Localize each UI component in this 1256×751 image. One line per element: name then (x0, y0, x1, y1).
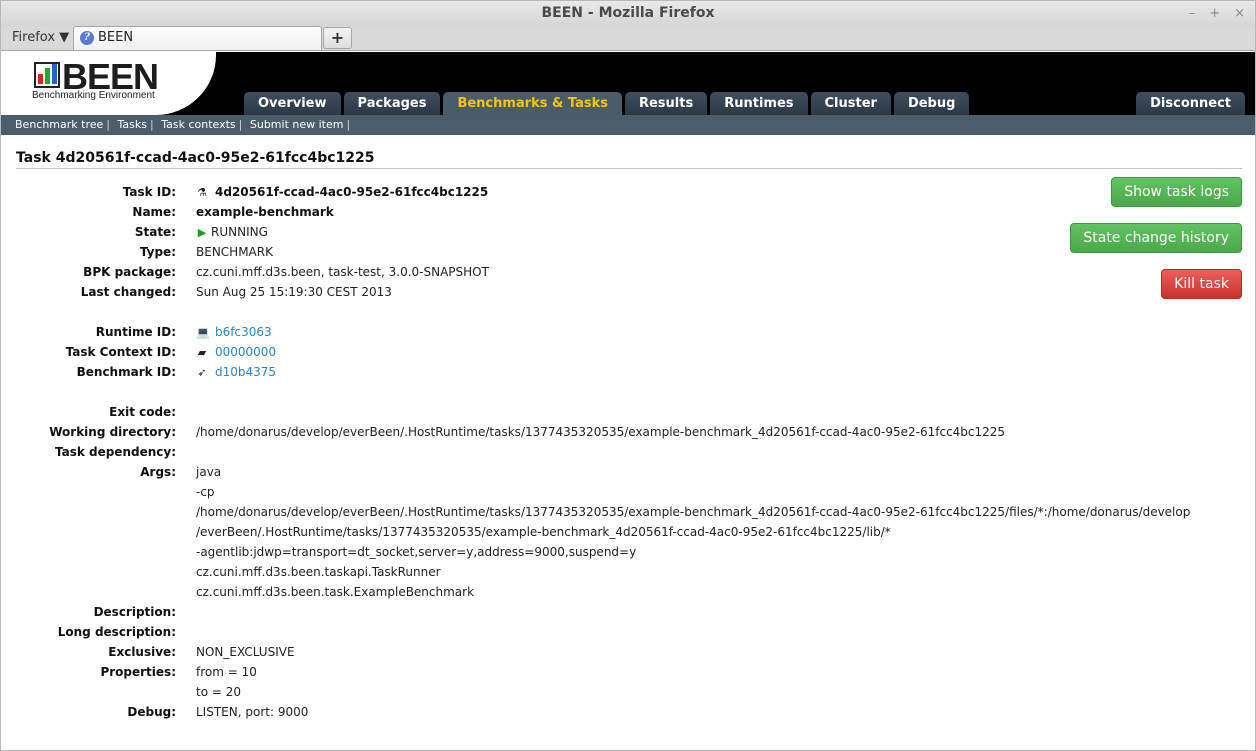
kill-task-button[interactable]: Kill task (1161, 269, 1242, 299)
bar-chart-logo-icon (34, 62, 60, 88)
long-description-label: Long description: (57, 625, 176, 639)
args-label: Args: (140, 465, 176, 479)
exit-code-label: Exit code: (109, 405, 176, 419)
state-value: ▶ RUNNING (196, 222, 268, 242)
firefox-menu-button[interactable]: Firefox ▼ (12, 30, 69, 45)
arg-line: /home/donarus/develop/everBeen/.HostRunt… (196, 505, 1191, 519)
task-dependency-label: Task dependency: (54, 445, 176, 459)
divider (16, 168, 1242, 169)
benchmark-id-label: Benchmark ID: (76, 365, 176, 379)
state-change-history-button[interactable]: State change history (1070, 223, 1242, 253)
favicon-icon: ? (80, 31, 94, 45)
properties-label: Properties: (100, 665, 176, 679)
close-icon[interactable]: × (1234, 1, 1245, 26)
benchmark-id-value: ➶ d10b4375 (196, 362, 276, 382)
last-changed-value: Sun Aug 25 15:19:30 CEST 2013 (196, 285, 392, 299)
subnav-separator: | (238, 118, 243, 131)
new-tab-button[interactable]: + (323, 27, 352, 49)
arg-line: /everBeen/.HostRuntime/tasks/13774353205… (196, 525, 891, 539)
browser-window: BEEN - Mozilla Firefox – + × Firefox ▼ ?… (0, 0, 1256, 751)
subnav-task-contexts[interactable]: Task contexts (161, 118, 235, 131)
property-line: from = 10 (196, 665, 257, 679)
tab-results[interactable]: Results (624, 92, 708, 115)
browser-tab[interactable]: ? BEEN (73, 26, 322, 50)
maximize-icon[interactable]: + (1209, 1, 1220, 26)
exclusive-label: Exclusive: (108, 645, 176, 659)
logo[interactable]: BEEN Benchmarking Environment (1, 52, 216, 115)
task-id-value: ⚗ 4d20561f-ccad-4ac0-95e2-61fcc4bc1225 (196, 182, 488, 202)
description-label: Description: (93, 605, 176, 619)
last-changed-label: Last changed: (80, 285, 176, 299)
name-value: example-benchmark (196, 205, 334, 219)
tab-debug[interactable]: Debug (893, 92, 970, 115)
rocket-icon: ➶ (197, 366, 207, 379)
arg-line: -agentlib:jdwp=transport=dt_socket,serve… (196, 545, 637, 559)
debug-value: LISTEN, port: 9000 (196, 705, 309, 719)
runtime-id-link[interactable]: b6fc3063 (215, 325, 272, 339)
name-label: Name: (132, 205, 176, 219)
main-nav: Overview Packages Benchmarks & Tasks Res… (244, 92, 970, 115)
arg-line: cz.cuni.mff.d3s.been.task.ExampleBenchma… (196, 585, 475, 599)
subnav-tasks[interactable]: Tasks (118, 118, 147, 131)
exclusive-value: NON_EXCLUSIVE (196, 645, 295, 659)
sub-navigation: Benchmark tree | Tasks | Task contexts | Su… (1, 115, 1255, 135)
tab-packages[interactable]: Packages (343, 92, 441, 115)
tab-overview[interactable]: Overview (244, 92, 341, 115)
play-icon: ▶ (197, 226, 207, 239)
window-titlebar: BEEN - Mozilla Firefox – + × (1, 1, 1255, 26)
type-value: BENCHMARK (196, 245, 273, 259)
task-context-id-label: Task Context ID: (65, 345, 176, 359)
disconnect-button[interactable]: Disconnect (1136, 92, 1245, 115)
state-text: RUNNING (211, 225, 268, 239)
logo-subtitle: Benchmarking Environment (32, 90, 155, 101)
page-title: Task 4d20561f-ccad-4ac0-95e2-61fcc4bc122… (16, 150, 375, 166)
subnav-separator: | (106, 118, 110, 131)
arg-line: java (196, 465, 222, 479)
property-line: to = 20 (196, 685, 241, 699)
browser-tab-label: BEEN (98, 30, 134, 45)
tab-cluster[interactable]: Cluster (810, 92, 891, 115)
working-directory-label: Working directory: (49, 425, 176, 439)
debug-label: Debug: (127, 705, 176, 719)
window-title: BEEN - Mozilla Firefox (541, 5, 715, 21)
tab-benchmarks-tasks[interactable]: Benchmarks & Tasks (443, 92, 622, 115)
arg-line: -cp (196, 485, 215, 499)
arg-line: cz.cuni.mff.d3s.been.taskapi.TaskRunner (196, 565, 441, 579)
runtime-id-value: 💻 b6fc3063 (196, 322, 272, 342)
tab-runtimes[interactable]: Runtimes (710, 92, 808, 115)
flask-icon: ⚗ (197, 186, 207, 199)
book-icon: ▰ (197, 346, 207, 359)
bpk-label: BPK package: (83, 265, 176, 279)
subnav-separator: | (149, 118, 154, 131)
task-id-label: Task ID: (122, 185, 176, 199)
laptop-icon: 💻 (196, 326, 210, 339)
subnav-submit-new-item[interactable]: Submit new item (250, 118, 344, 131)
bpk-value: cz.cuni.mff.d3s.been, task-test, 3.0.0-S… (196, 265, 489, 279)
benchmark-id-link[interactable]: d10b4375 (215, 365, 276, 379)
subnav-benchmark-tree[interactable]: Benchmark tree (15, 118, 103, 131)
task-context-id-value: ▰ 00000000 (196, 342, 276, 362)
task-id-text: 4d20561f-ccad-4ac0-95e2-61fcc4bc1225 (215, 185, 489, 199)
runtime-id-label: Runtime ID: (95, 325, 176, 339)
subnav-separator: | (346, 118, 351, 131)
show-task-logs-button[interactable]: Show task logs (1111, 177, 1242, 207)
browser-tabstrip: Firefox ▼ ? BEEN + (1, 26, 1255, 51)
minimize-icon[interactable]: – (1189, 1, 1196, 26)
type-label: Type: (139, 245, 176, 259)
app-header: BEEN Benchmarking Environment Overview P… (1, 52, 1255, 115)
task-context-id-link[interactable]: 00000000 (215, 345, 276, 359)
state-label: State: (134, 225, 176, 239)
working-directory-value: /home/donarus/develop/everBeen/.HostRunt… (196, 425, 1006, 439)
